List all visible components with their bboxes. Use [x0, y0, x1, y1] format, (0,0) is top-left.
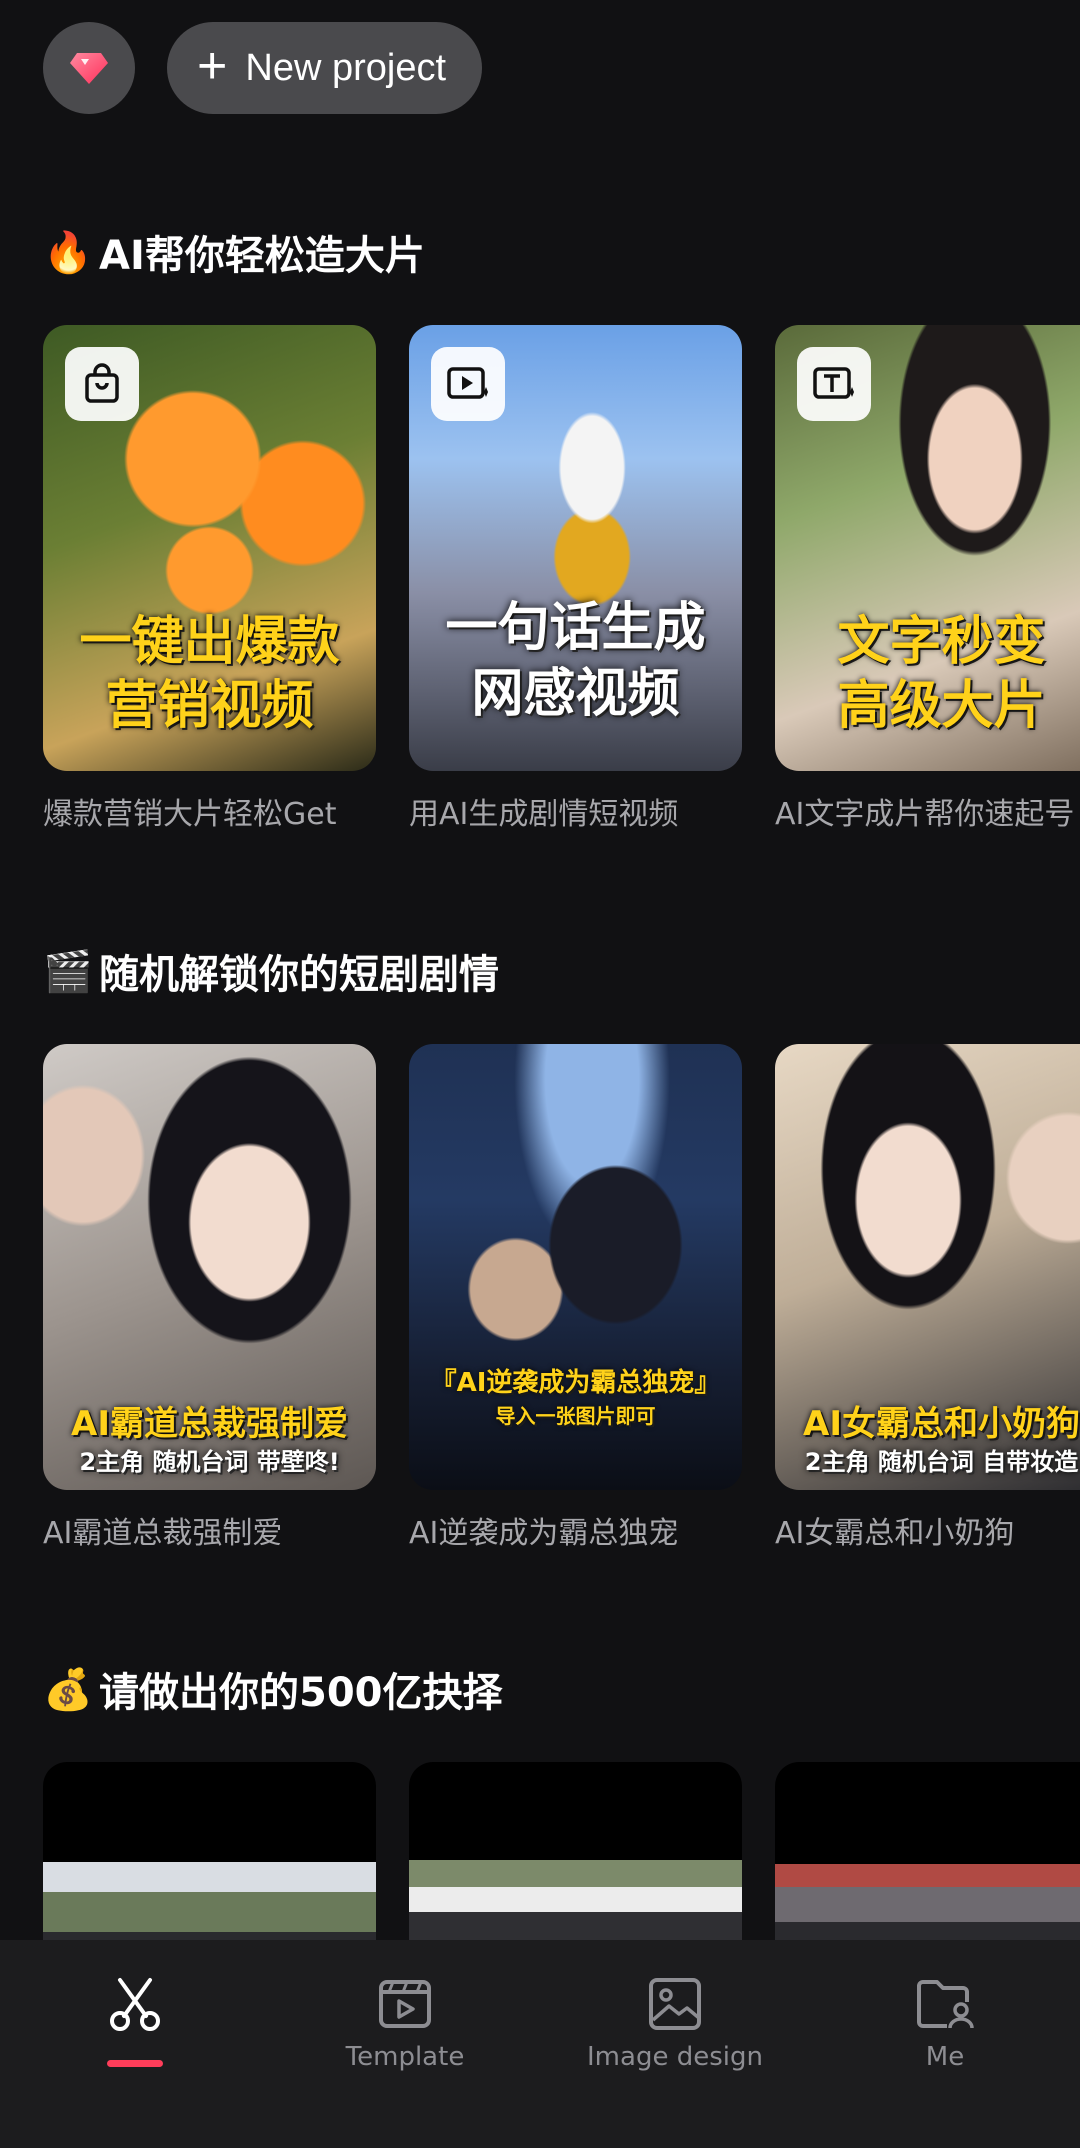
card-thumbnail[interactable]: 一句话生成 网感视频 — [409, 325, 742, 771]
scissors-icon — [110, 1978, 160, 2031]
card-overlay-subtext: 2主角 随机台词 自带妆造 — [804, 1448, 1079, 1476]
card-marketing[interactable]: 一键出爆款 营销视频 爆款营销大片轻松Get — [43, 325, 376, 833]
nav-edit[interactable] — [0, 1940, 270, 2148]
image-icon — [649, 1978, 701, 2030]
active-tab-indicator — [107, 2060, 163, 2067]
card-caption: AI文字成片帮你速起号 — [775, 797, 1075, 832]
plus-icon: + — [197, 37, 228, 95]
card-text-to-video[interactable]: 文字秒变 高级大片 AI文字成片帮你速起号 — [775, 325, 1080, 833]
card-overlay-subtext: 导入一张图片即可 — [495, 1404, 656, 1428]
bottom-navigation: Template Image design Me — [0, 1940, 1080, 2148]
card-thumbnail[interactable]: 文字秒变 高级大片 — [775, 325, 1080, 771]
card-thumbnail[interactable]: 『AI逆袭成为霸总独宠』 导入一张图片即可 — [409, 1044, 742, 1490]
video-badge — [431, 347, 505, 421]
card-overlay-text: AI霸道总裁强制爱 — [71, 1404, 348, 1444]
card-drama-female-ceo[interactable]: AI女霸总和小奶狗 2主角 随机台词 自带妆造 AI女霸总和小奶狗 — [775, 1044, 1080, 1552]
profile-folder-icon — [917, 1980, 974, 2029]
card-story-video[interactable]: 一句话生成 网感视频 用AI生成剧情短视频 — [409, 325, 742, 833]
new-project-button[interactable]: + New project — [167, 22, 483, 114]
section-title-text: AI帮你轻松造大片 — [99, 233, 425, 279]
new-project-label: New project — [245, 46, 447, 89]
section-title: 🎬 随机解锁你的短剧剧情 — [43, 941, 499, 1001]
card-caption: AI女霸总和小奶狗 — [775, 1516, 1015, 1551]
card-row: AI霸道总裁强制爱 2主角 随机台词 带壁咚! AI霸道总裁强制爱 『AI逆袭成… — [43, 1044, 1080, 1552]
fire-icon: 🔥 — [43, 229, 93, 276]
section-title-text: 请做出你的500亿抉择 — [99, 1670, 503, 1716]
card-caption: 用AI生成剧情短视频 — [409, 797, 679, 832]
card-drama-ceo[interactable]: AI霸道总裁强制爱 2主角 随机台词 带壁咚! AI霸道总裁强制爱 — [43, 1044, 376, 1552]
money-bag-icon: 💰 — [43, 1666, 93, 1713]
nav-image-design[interactable]: Image design — [540, 1940, 810, 2148]
section-title: 🔥 AI帮你轻松造大片 — [43, 222, 425, 282]
nav-label: Image design — [587, 2042, 763, 2072]
section-title-text: 随机解锁你的短剧剧情 — [99, 952, 499, 998]
card-overlay-text: 一键出爆款 营销视频 — [79, 612, 340, 736]
video-sparkle-icon — [447, 367, 488, 399]
card-overlay-text: AI女霸总和小奶狗 — [803, 1404, 1080, 1444]
nav-template[interactable]: Template — [270, 1940, 540, 2148]
gem-icon — [70, 53, 108, 84]
section-title: 💰 请做出你的500亿抉择 — [43, 1659, 503, 1719]
shopping-bag-badge — [65, 347, 139, 421]
nav-label: Template — [345, 2042, 465, 2072]
card-thumbnail[interactable]: 一键出爆款 营销视频 — [43, 325, 376, 771]
nav-me[interactable]: Me — [810, 1940, 1080, 2148]
card-thumbnail[interactable]: AI女霸总和小奶狗 2主角 随机台词 自带妆造 — [775, 1044, 1080, 1490]
template-icon — [379, 1980, 431, 2028]
card-row: 一键出爆款 营销视频 爆款营销大片轻松Get 一句话生成 网感视频 用AI生成剧情短… — [43, 325, 1080, 833]
top-header: + New project — [43, 22, 483, 114]
text-sparkle-icon — [813, 367, 854, 399]
text-badge — [797, 347, 871, 421]
card-overlay-subtext: 2主角 随机台词 带壁咚! — [79, 1448, 340, 1476]
card-caption: AI逆袭成为霸总独宠 — [409, 1516, 679, 1551]
card-caption: 爆款营销大片轻松Get — [43, 797, 337, 832]
clapperboard-icon: 🎬 — [43, 948, 93, 995]
shopping-bag-icon — [85, 363, 119, 403]
nav-label: Me — [925, 2042, 965, 2072]
card-drama-comeback[interactable]: 『AI逆袭成为霸总独宠』 导入一张图片即可 AI逆袭成为霸总独宠 — [409, 1044, 742, 1552]
card-overlay-text: 文字秒变 高级大片 — [837, 612, 1046, 736]
premium-button[interactable] — [43, 22, 135, 114]
card-overlay-text: 『AI逆袭成为霸总独宠』 — [430, 1368, 721, 1398]
card-caption: AI霸道总裁强制爱 — [43, 1516, 283, 1551]
card-overlay-text: 一句话生成 网感视频 — [445, 598, 706, 724]
card-thumbnail[interactable]: AI霸道总裁强制爱 2主角 随机台词 带壁咚! — [43, 1044, 376, 1490]
